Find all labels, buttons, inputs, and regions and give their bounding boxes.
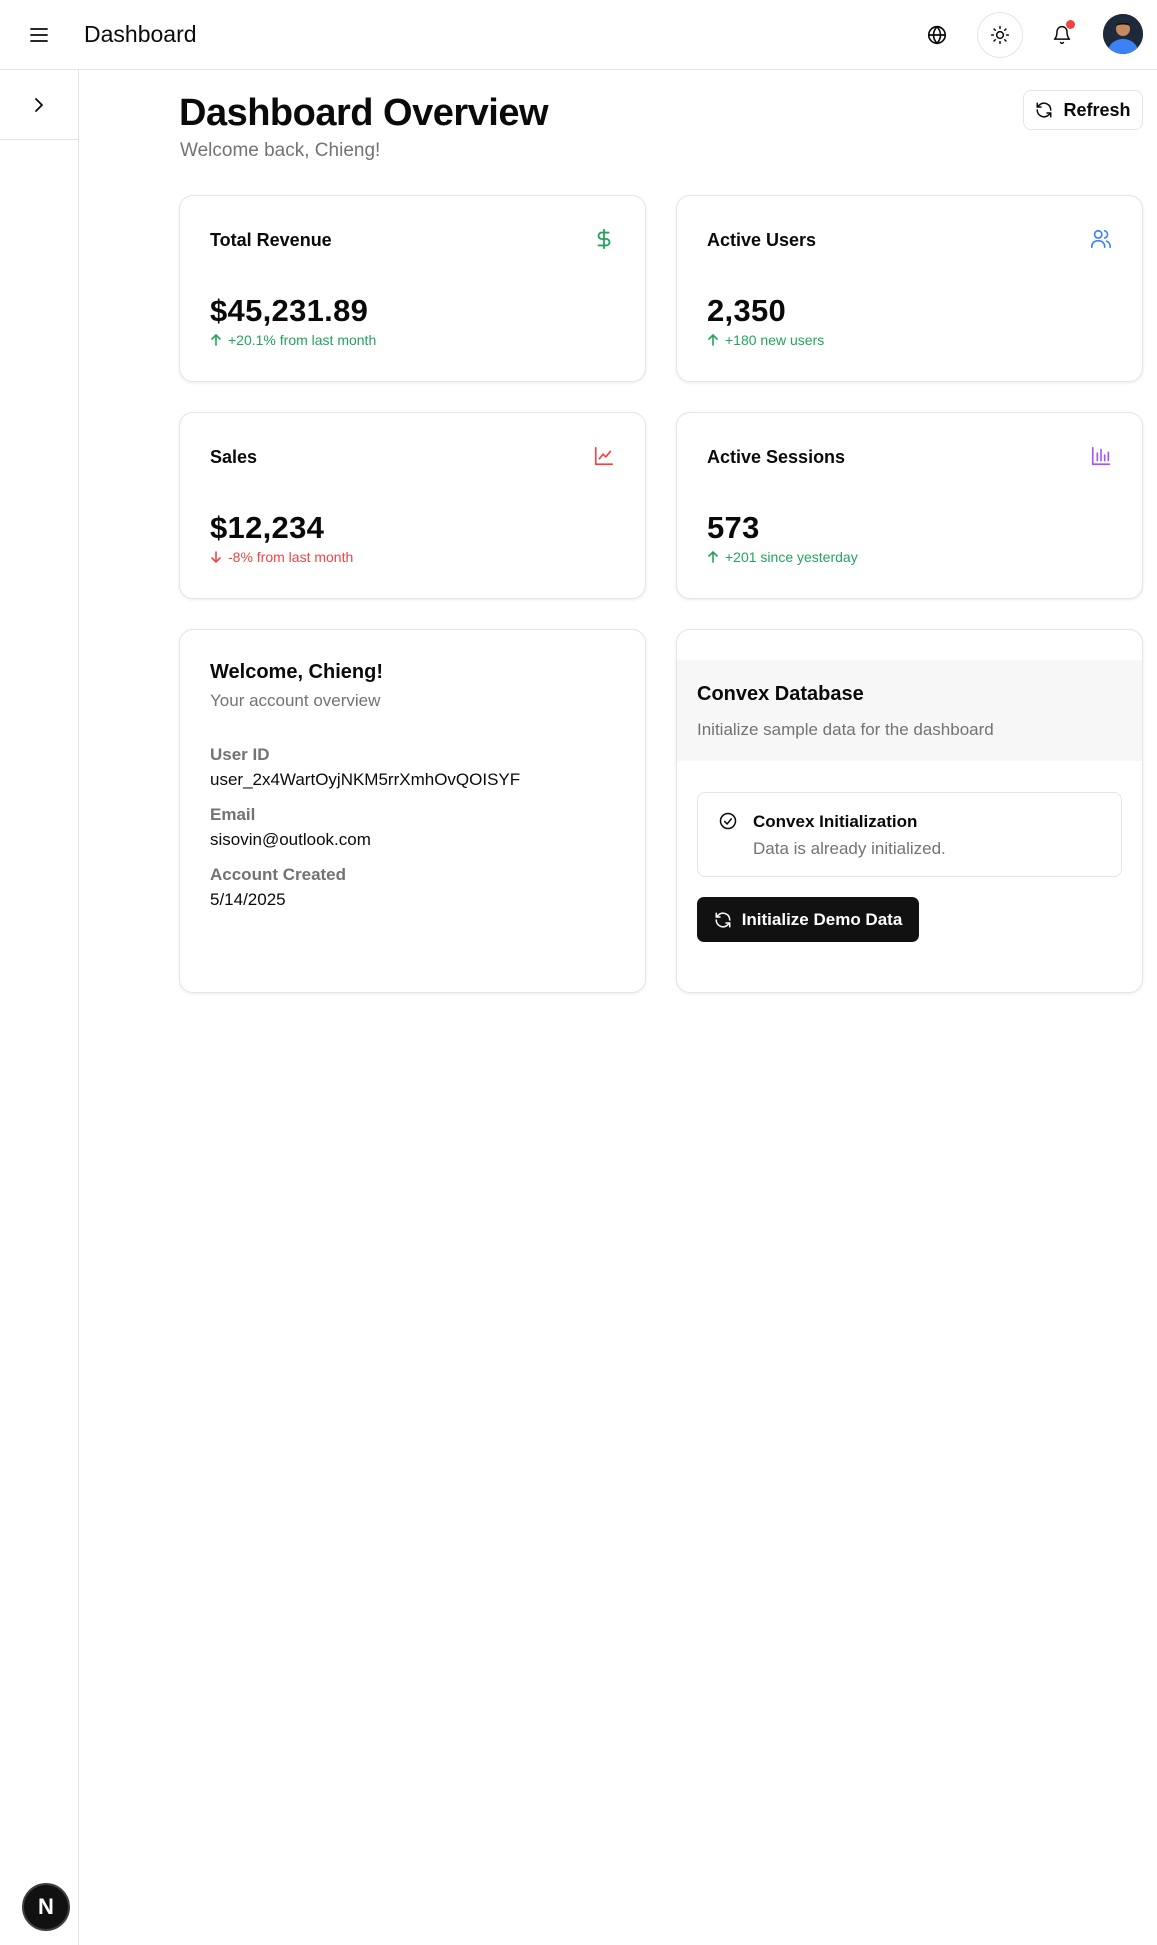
arrow-up-icon: [211, 334, 221, 346]
initialize-demo-data-button[interactable]: Initialize Demo Data: [697, 897, 919, 942]
theme-toggle-button[interactable]: [977, 12, 1023, 58]
sidebar: [0, 70, 79, 1945]
bar-chart-icon: [1091, 446, 1111, 466]
menu-button[interactable]: [22, 21, 56, 49]
refresh-label: Refresh: [1063, 99, 1131, 120]
convex-card-header: Convex Database Initialize sample data f…: [677, 660, 1142, 761]
convex-title: Convex Database: [697, 683, 864, 705]
stat-card-active-users: Active Users 2,350 +180 new users: [676, 195, 1143, 382]
line-chart-icon: [594, 446, 614, 466]
stat-card-total-revenue: Total Revenue $45,231.89 +20.1% from las…: [179, 195, 646, 382]
stat-change-text: -8% from last month: [228, 549, 354, 565]
convex-database-card: Convex Database Initialize sample data f…: [676, 629, 1143, 993]
user-id-label: User ID: [210, 745, 270, 764]
stat-title: Sales: [210, 447, 258, 467]
check-circle-icon: [719, 812, 737, 830]
page-title: Dashboard Overview: [179, 92, 549, 134]
stat-value: $45,231.89: [210, 293, 369, 328]
stat-title: Active Sessions: [707, 447, 846, 467]
welcome-subtitle: Your account overview: [210, 691, 381, 710]
stat-card-active-sessions: Active Sessions 573 +201 since yesterday: [676, 412, 1143, 599]
arrow-down-icon: [211, 551, 221, 563]
arrow-up-icon: [708, 334, 718, 346]
convex-status-box: Convex Initialization Data is already in…: [697, 792, 1122, 877]
stat-change-text: +180 new users: [725, 332, 825, 348]
convex-status-title: Convex Initialization: [753, 812, 918, 831]
sidebar-expand-button[interactable]: [0, 70, 78, 140]
stat-change: +20.1% from last month: [210, 332, 376, 348]
convex-description: Initialize sample data for the dashboard: [697, 720, 994, 739]
top-header: Dashboard: [0, 0, 1157, 70]
stat-change-text: +20.1% from last month: [228, 332, 377, 348]
refresh-icon: [715, 912, 731, 927]
hamburger-menu-icon: [30, 28, 48, 42]
account-created-label: Account Created: [210, 865, 347, 884]
account-created-value: 5/14/2025: [210, 890, 286, 909]
convex-status-description: Data is already initialized.: [753, 839, 946, 858]
refresh-icon: [1036, 102, 1052, 118]
notifications-button[interactable]: [1039, 12, 1085, 58]
email-value: sisovin@outlook.com: [210, 830, 371, 849]
user-id-value: user_2x4WartOyjNKM5rrXmhOvQOISYF: [210, 770, 521, 789]
stat-change-text: +201 since yesterday: [725, 549, 858, 565]
refresh-button[interactable]: Refresh: [1023, 90, 1143, 130]
sun-icon: [990, 25, 1010, 45]
email-label: Email: [210, 805, 256, 824]
chevron-right-icon: [35, 97, 43, 112]
initialize-demo-data-label: Initialize Demo Data: [741, 909, 903, 929]
stat-card-sales: Sales $12,234 -8% from last month: [179, 412, 646, 599]
stat-value: $12,234: [210, 510, 325, 545]
stat-value: 573: [707, 510, 760, 545]
user-avatar[interactable]: [1103, 14, 1143, 54]
stat-value: 2,350: [707, 293, 787, 328]
welcome-title: Welcome, Chieng!: [210, 661, 383, 683]
stat-change: +180 new users: [707, 332, 824, 348]
stat-title: Total Revenue: [210, 230, 332, 250]
stat-change: -8% from last month: [210, 549, 353, 565]
arrow-up-icon: [708, 551, 718, 563]
globe-icon: [927, 25, 947, 45]
nextjs-dev-badge[interactable]: N: [22, 1883, 70, 1931]
page-subtitle: Welcome back, Chieng!: [180, 140, 381, 161]
avatar-image: [1103, 14, 1143, 54]
language-button[interactable]: [914, 12, 960, 58]
dollar-icon: [597, 228, 611, 250]
app-title: Dashboard: [84, 21, 197, 47]
stat-change: +201 since yesterday: [707, 549, 858, 565]
welcome-card: Welcome, Chieng! Your account overview U…: [179, 629, 646, 993]
stat-title: Active Users: [707, 230, 817, 250]
users-icon: [1091, 229, 1111, 249]
notification-dot: [1066, 20, 1075, 29]
